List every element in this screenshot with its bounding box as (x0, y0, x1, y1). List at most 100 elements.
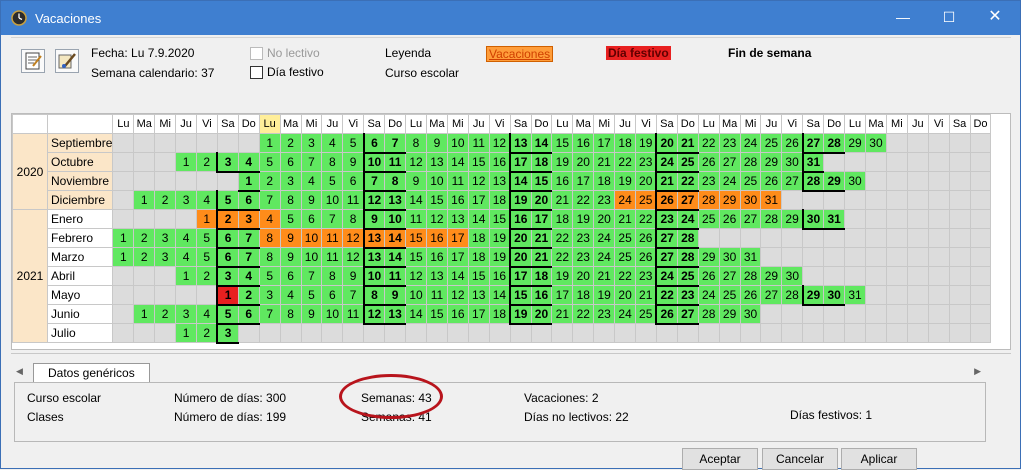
calendar-day[interactable]: 16 (509, 209, 532, 230)
calendar-day[interactable]: 8 (279, 304, 302, 324)
calendar-day[interactable]: 3 (237, 209, 260, 230)
calendar-day[interactable]: 27 (781, 171, 804, 191)
calendar-day[interactable]: 6 (300, 209, 323, 229)
calendar-day[interactable]: 3 (216, 323, 239, 344)
calendar-day[interactable]: 6 (237, 304, 260, 325)
calendar-day[interactable]: 11 (321, 228, 344, 248)
calendar-day[interactable]: 25 (635, 304, 657, 324)
calendar-day[interactable]: 22 (614, 266, 637, 286)
calendar-day[interactable]: 11 (384, 152, 407, 173)
calendar-day[interactable]: 31 (823, 209, 846, 230)
calendar-day[interactable]: 26 (697, 266, 720, 286)
calendar-day[interactable]: 2 (258, 171, 281, 191)
tab-datos-genericos[interactable]: Datos genéricos (33, 363, 150, 383)
calendar-day[interactable]: 19 (488, 247, 511, 267)
calendar-day[interactable]: 13 (509, 133, 532, 154)
calendar-day[interactable]: 19 (509, 190, 532, 211)
calendar-day[interactable]: 18 (488, 304, 511, 324)
calendar-day[interactable]: 2 (196, 323, 218, 343)
calendar-day[interactable]: 10 (362, 266, 386, 287)
calendar-day[interactable]: 22 (551, 228, 574, 248)
calendar-day[interactable]: 16 (572, 133, 595, 153)
calendar-day[interactable]: 13 (384, 190, 407, 211)
calendar-day[interactable]: 11 (425, 285, 448, 305)
calendar-day[interactable]: 13 (467, 285, 490, 305)
calendar-day[interactable]: 8 (362, 285, 386, 306)
calendar-day[interactable]: 5 (196, 228, 218, 248)
minimize-button[interactable]: — (880, 1, 926, 35)
calendar-day[interactable]: 15 (530, 171, 553, 192)
calendar-day[interactable]: 15 (488, 209, 511, 229)
calendar-day[interactable]: 15 (425, 304, 448, 324)
calendar-day[interactable]: 13 (384, 304, 407, 325)
calendar-day[interactable]: 17 (467, 304, 490, 324)
calendar-day[interactable]: 3 (154, 228, 177, 248)
calendar-day[interactable]: 29 (718, 304, 741, 324)
calendar-day[interactable]: 17 (446, 247, 469, 267)
calendar-day[interactable]: 24 (614, 304, 637, 324)
calendar-day[interactable]: 11 (467, 133, 490, 153)
calendar-day[interactable]: 30 (865, 133, 887, 153)
cancelar-button[interactable]: Cancelar (762, 448, 838, 470)
calendar-day[interactable]: 29 (760, 266, 783, 286)
calendar-day[interactable]: 17 (572, 171, 595, 191)
calendar-day[interactable]: 21 (551, 190, 574, 210)
calendar-day[interactable]: 14 (488, 285, 511, 305)
calendar-day[interactable]: 14 (530, 133, 553, 154)
calendar-day[interactable]: 15 (405, 247, 427, 267)
calendar-day[interactable]: 21 (593, 152, 616, 172)
calendar-day[interactable]: 6 (237, 190, 260, 211)
calendar-day[interactable]: 24 (697, 285, 720, 305)
calendar-day[interactable]: 26 (739, 285, 762, 305)
calendar-day[interactable]: 30 (781, 266, 804, 286)
calendar-day[interactable]: 1 (196, 209, 218, 229)
calendar-day[interactable]: 6 (362, 133, 386, 154)
calendar-day[interactable]: 19 (614, 171, 637, 191)
calendar-day[interactable]: 29 (801, 285, 825, 306)
calendar-day[interactable]: 21 (676, 133, 699, 154)
calendar-day[interactable]: 26 (655, 304, 678, 325)
calendar-day[interactable]: 12 (405, 152, 427, 172)
calendar-day[interactable]: 6 (279, 152, 302, 172)
calendar-day[interactable]: 16 (488, 152, 511, 172)
calendar-day[interactable]: 12 (446, 285, 469, 305)
calendar-day[interactable]: 23 (635, 266, 657, 286)
calendar-day[interactable]: 28 (801, 171, 825, 192)
calendar-day[interactable]: 17 (551, 285, 574, 305)
calendar-day[interactable]: 3 (258, 285, 281, 305)
calendar-day[interactable]: 29 (844, 133, 866, 153)
calendar-day[interactable]: 21 (530, 247, 553, 268)
calendar-day[interactable]: 24 (676, 209, 699, 230)
calendar-day[interactable]: 5 (279, 209, 302, 229)
calendar-day[interactable]: 16 (446, 190, 469, 210)
calendar-day[interactable]: 20 (509, 247, 532, 268)
calendar-day[interactable]: 19 (572, 209, 595, 229)
calendar-day[interactable]: 26 (760, 171, 783, 191)
calendar-day[interactable]: 21 (551, 304, 574, 324)
calendar-day[interactable]: 29 (697, 247, 720, 267)
calendar-day[interactable]: 29 (760, 152, 783, 172)
calendar-day[interactable]: 1 (175, 323, 197, 343)
calendar-day[interactable]: 4 (321, 133, 344, 153)
calendar-day[interactable]: 13 (425, 266, 448, 286)
calendar-day[interactable]: 2 (133, 228, 156, 248)
calendar-day[interactable]: 30 (739, 190, 762, 210)
calendar-day[interactable]: 24 (593, 247, 616, 267)
calendar-day[interactable]: 10 (300, 228, 323, 248)
calendar-day[interactable]: 19 (488, 228, 511, 248)
calendar-day[interactable]: 10 (321, 190, 344, 210)
calendar-day[interactable]: 5 (321, 171, 344, 191)
calendar-day[interactable]: 7 (384, 133, 407, 154)
calendar-day[interactable]: 30 (718, 247, 741, 267)
calendar-day[interactable]: 25 (676, 152, 699, 173)
calendar-day[interactable]: 4 (258, 209, 281, 229)
calendar-day[interactable]: 23 (697, 171, 720, 191)
calendar-day[interactable]: 15 (551, 133, 574, 153)
calendar-day[interactable]: 3 (154, 247, 177, 267)
calendar-day[interactable]: 19 (551, 152, 574, 172)
calendar-day[interactable]: 29 (781, 209, 804, 229)
calendar-day[interactable]: 26 (635, 228, 657, 248)
calendar-day[interactable]: 20 (593, 209, 616, 229)
calendar-day[interactable]: 3 (216, 152, 239, 173)
calendar-day[interactable]: 24 (655, 152, 678, 173)
